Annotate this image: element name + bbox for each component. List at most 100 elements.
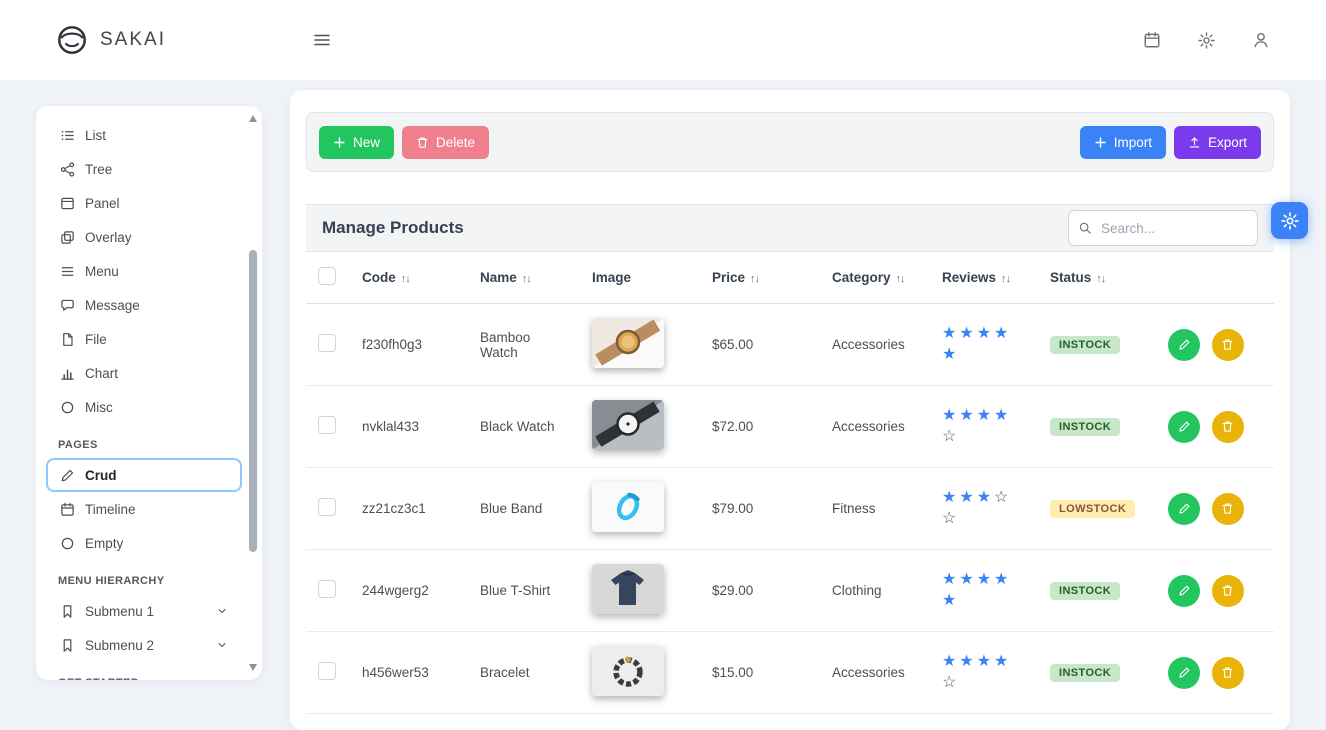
edit-row-button[interactable] <box>1168 329 1200 361</box>
import-button[interactable]: Import <box>1080 126 1166 159</box>
sidebar-item-menu[interactable]: Menu <box>46 254 242 288</box>
table-header-row: Code↑↓ Name↑↓ Image Price↑↓ Category↑↓ R… <box>306 252 1274 304</box>
share-icon <box>60 162 75 177</box>
table-row: h456wer53 Bracelet $15.00 Accessories ★★… <box>306 632 1274 714</box>
scroll-thumb[interactable] <box>249 250 257 552</box>
sidebar-item-message[interactable]: Message <box>46 288 242 322</box>
rating-stars[interactable]: ★★★★★ <box>942 570 1020 612</box>
cell-name: Blue T-Shirt <box>468 550 580 632</box>
main-content: New Delete Import Export Manage Products <box>290 90 1290 730</box>
sidebar-section-get-started: GET STARTED <box>58 674 230 680</box>
config-button[interactable] <box>1271 202 1308 239</box>
trash-icon <box>1221 420 1234 433</box>
sakai-logo <box>56 24 88 56</box>
sidebar-item-label: Chart <box>85 366 118 381</box>
pencil-icon <box>60 468 75 483</box>
delete-row-button[interactable] <box>1212 411 1244 443</box>
row-checkbox[interactable] <box>318 416 336 434</box>
product-image-bamboo-watch <box>592 318 664 368</box>
delete-row-button[interactable] <box>1212 575 1244 607</box>
column-header-price[interactable]: Price↑↓ <box>700 252 820 304</box>
sidebar-item-label: Crud <box>85 468 117 483</box>
sidebar-item-submenu-1[interactable]: Submenu 1 <box>46 594 242 628</box>
rating-stars[interactable]: ★★★★★ <box>942 324 1020 366</box>
column-header-image: Image <box>580 252 700 304</box>
stars-filled: ★★★★ <box>942 407 1011 424</box>
calendar-button[interactable] <box>1143 31 1161 49</box>
cell-category: Fitness <box>820 468 930 550</box>
rating-stars[interactable]: ★★★★☆ <box>942 406 1020 448</box>
row-checkbox[interactable] <box>318 580 336 598</box>
export-button[interactable]: Export <box>1174 126 1261 159</box>
sidebar-item-empty[interactable]: Empty <box>46 526 242 560</box>
panel-icon <box>60 196 75 211</box>
sort-icon: ↑↓ <box>1001 273 1010 285</box>
bookmark-icon <box>60 638 75 653</box>
stars-filled: ★★★★★ <box>942 325 1011 363</box>
sidebar-item-tree[interactable]: Tree <box>46 152 242 186</box>
column-header-reviews[interactable]: Reviews↑↓ <box>930 252 1038 304</box>
sidebar-item-panel[interactable]: Panel <box>46 186 242 220</box>
cell-name: Bamboo Watch <box>468 304 580 386</box>
new-button[interactable]: New <box>319 126 394 159</box>
person-icon <box>1252 31 1270 49</box>
sidebar-item-crud[interactable]: Crud <box>46 458 242 492</box>
sort-icon: ↑↓ <box>750 273 759 285</box>
scroll-up-arrow[interactable] <box>249 115 257 122</box>
toolbar: New Delete Import Export <box>306 112 1274 172</box>
trash-icon <box>1221 666 1234 679</box>
column-header-status[interactable]: Status↑↓ <box>1038 252 1156 304</box>
scroll-down-arrow[interactable] <box>249 664 257 671</box>
sidebar-scrollbar[interactable] <box>248 112 259 674</box>
gear-icon <box>1197 31 1216 50</box>
settings-button[interactable] <box>1197 31 1216 50</box>
trash-icon <box>416 136 429 149</box>
delete-row-button[interactable] <box>1212 657 1244 689</box>
plus-icon <box>1094 136 1107 149</box>
status-badge: INSTOCK <box>1050 664 1120 682</box>
profile-button[interactable] <box>1252 31 1270 49</box>
status-badge: INSTOCK <box>1050 582 1120 600</box>
edit-row-button[interactable] <box>1168 657 1200 689</box>
sidebar-item-label: Menu <box>85 264 119 279</box>
cell-name: Bracelet <box>468 632 580 714</box>
sidebar-item-list[interactable]: List <box>46 118 242 152</box>
chart-icon <box>60 366 75 381</box>
cell-code: h456wer53 <box>350 632 468 714</box>
row-checkbox[interactable] <box>318 498 336 516</box>
sidebar-item-label: Tree <box>85 162 112 177</box>
sidebar-item-label: Submenu 1 <box>85 604 154 619</box>
cell-price: $15.00 <box>700 632 820 714</box>
cell-name: Blue Band <box>468 468 580 550</box>
import-button-label: Import <box>1114 135 1152 150</box>
brand-name: SAKAI <box>100 29 166 51</box>
file-icon <box>60 332 75 347</box>
cell-code: f230fh0g3 <box>350 304 468 386</box>
column-header-name[interactable]: Name↑↓ <box>468 252 580 304</box>
rating-stars[interactable]: ★★★★☆ <box>942 652 1020 694</box>
status-badge: INSTOCK <box>1050 336 1120 354</box>
product-image-blue-t-shirt <box>592 564 664 614</box>
row-checkbox[interactable] <box>318 334 336 352</box>
cell-category: Clothing <box>820 550 930 632</box>
sidebar-item-submenu-2[interactable]: Submenu 2 <box>46 628 242 662</box>
rating-stars[interactable]: ★★★☆☆ <box>942 488 1020 530</box>
row-checkbox[interactable] <box>318 662 336 680</box>
delete-button[interactable]: Delete <box>402 126 489 159</box>
sidebar-item-timeline[interactable]: Timeline <box>46 492 242 526</box>
sidebar-item-overlay[interactable]: Overlay <box>46 220 242 254</box>
column-header-code[interactable]: Code↑↓ <box>350 252 468 304</box>
edit-row-button[interactable] <box>1168 493 1200 525</box>
search-input[interactable] <box>1068 210 1258 246</box>
select-all-checkbox[interactable] <box>318 267 336 285</box>
delete-row-button[interactable] <box>1212 493 1244 525</box>
sidebar-item-file[interactable]: File <box>46 322 242 356</box>
edit-row-button[interactable] <box>1168 411 1200 443</box>
sidebar-item-misc[interactable]: Misc <box>46 390 242 424</box>
sidebar-item-chart[interactable]: Chart <box>46 356 242 390</box>
edit-row-button[interactable] <box>1168 575 1200 607</box>
menu-toggle-button[interactable] <box>312 30 332 50</box>
delete-row-button[interactable] <box>1212 329 1244 361</box>
column-header-category[interactable]: Category↑↓ <box>820 252 930 304</box>
trash-icon <box>1221 502 1234 515</box>
